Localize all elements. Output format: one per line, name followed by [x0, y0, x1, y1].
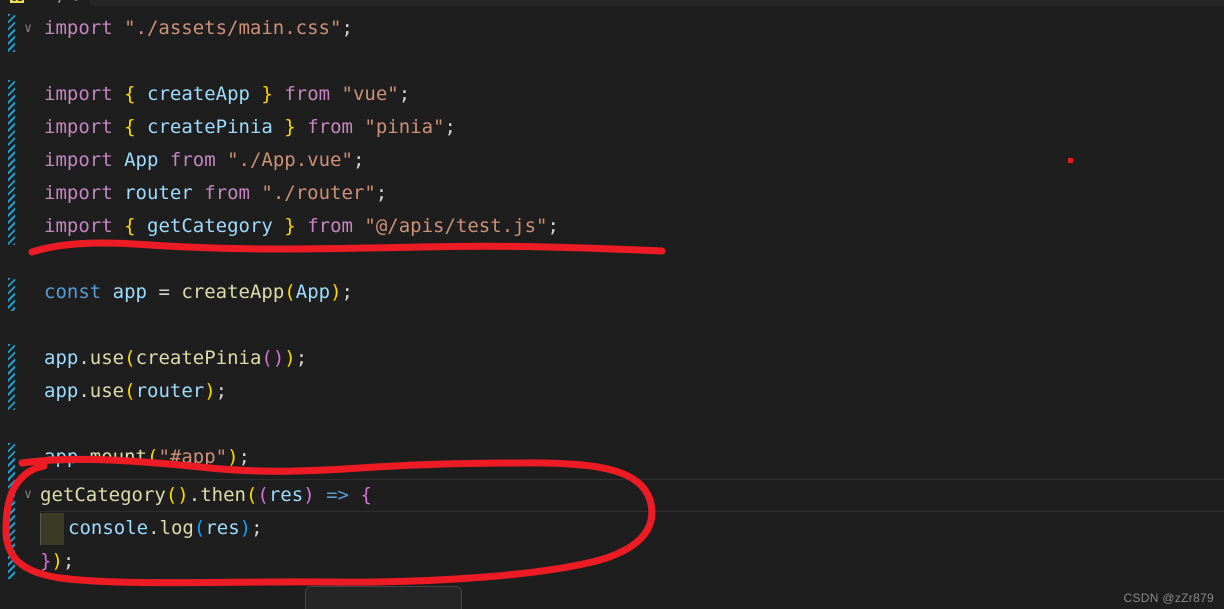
tab-dirty-indicator[interactable]: ● — [72, 0, 80, 4]
code-line[interactable]: app.use(createPinia()); — [0, 342, 1224, 375]
code-line[interactable]: import { createApp } from "vue"; — [0, 78, 1224, 111]
csdn-watermark: CSDN @zZr879 — [1123, 591, 1214, 605]
code-line-current[interactable]: getCategory().then((res) => { — [0, 479, 1224, 512]
code-line[interactable]: app.mount("#app"); — [0, 441, 1224, 474]
tab-filename: main.js — [29, 0, 67, 3]
code-line[interactable]: }); — [0, 545, 1224, 578]
code-line[interactable]: console.log(res); — [0, 512, 1224, 545]
editor-widget-panel[interactable] — [305, 586, 462, 609]
code-line[interactable]: import { getCategory } from "@/apis/test… — [0, 210, 1224, 243]
code-editor-area[interactable]: ∨ ∨ import "./assets/main.css"; import {… — [0, 6, 1224, 609]
code-line[interactable]: import router from "./router"; — [0, 177, 1224, 210]
code-line[interactable]: import "./assets/main.css"; — [0, 12, 1224, 45]
code-line[interactable]: import App from "./App.vue"; — [0, 144, 1224, 177]
stray-red-dot — [1068, 158, 1073, 163]
js-file-icon: JS — [10, 0, 24, 3]
code-line[interactable]: const app = createApp(App); — [0, 276, 1224, 309]
code-line[interactable]: import { createPinia } from "pinia"; — [0, 111, 1224, 144]
vscode-editor-window: JS main.js ● ∨ ∨ import "./assets/main.c… — [0, 0, 1224, 609]
code-line[interactable]: app.use(router); — [0, 375, 1224, 408]
